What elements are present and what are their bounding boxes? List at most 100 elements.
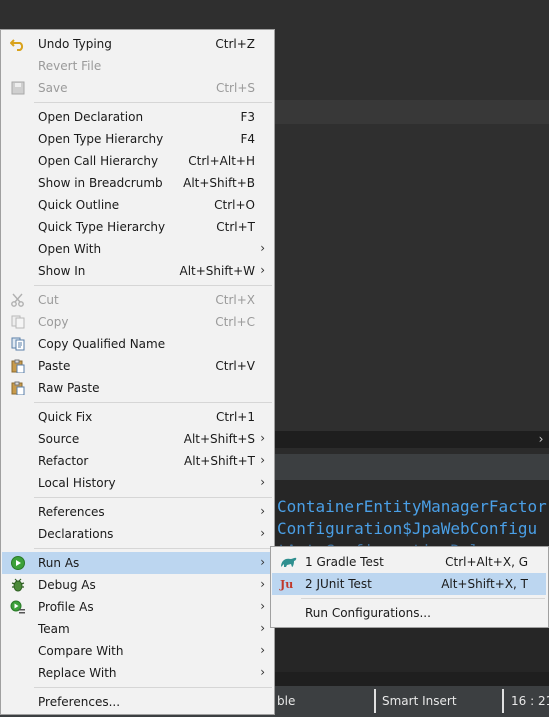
chevron-right-icon: › (260, 621, 265, 635)
menu-item-refactor[interactable]: Refactor Alt+Shift+T › (2, 450, 274, 472)
console-line: ContainerEntityManagerFactor (277, 497, 547, 516)
status-insert-mode[interactable]: Smart Insert (382, 694, 457, 708)
menu-item-quick-fix[interactable]: Quick Fix Ctrl+1 (2, 406, 274, 428)
menu-label: 2 JUnit Test (305, 577, 372, 591)
save-icon (10, 81, 26, 95)
menu-item-debug-as[interactable]: Debug As › (2, 574, 274, 596)
console-line: Configuration$JpaWebConfigu (277, 519, 538, 538)
chevron-right-icon: › (260, 504, 265, 518)
menu-item-quick-type-hierarchy[interactable]: Quick Type Hierarchy Ctrl+T (2, 216, 274, 238)
menu-separator (34, 102, 272, 103)
undo-icon (9, 37, 26, 51)
menu-item-profile-as[interactable]: Profile As › (2, 596, 274, 618)
menu-label: Team (38, 622, 70, 636)
menu-label: Raw Paste (38, 381, 100, 395)
menu-item-source[interactable]: Source Alt+Shift+S › (2, 428, 274, 450)
menu-label: Compare With (38, 644, 124, 658)
gradle-icon (280, 555, 297, 569)
menu-accelerator: Alt+Shift+W (179, 264, 256, 278)
menu-label: Local History (38, 476, 116, 490)
menu-accelerator: Ctrl+C (215, 315, 255, 329)
menu-item-show-in[interactable]: Show In Alt+Shift+W › (2, 260, 274, 282)
menu-item-raw-paste[interactable]: Raw Paste (2, 377, 274, 399)
submenu-item-gradle-test[interactable]: 1 Gradle Test Ctrl+Alt+X, G (272, 551, 546, 573)
status-cursor-position: 16 : 21 (511, 694, 549, 708)
menu-item-team[interactable]: Team › (2, 618, 274, 640)
menu-label: Revert File (38, 59, 102, 73)
menu-label: Run As (38, 556, 80, 570)
menu-item-save[interactable]: Save Ctrl+S (2, 77, 274, 99)
profile-icon (10, 600, 26, 614)
menu-item-undo-typing[interactable]: Undo Typing Ctrl+Z (2, 33, 274, 55)
menu-item-open-call-hierarchy[interactable]: Open Call Hierarchy Ctrl+Alt+H (2, 150, 274, 172)
menu-label: References (38, 505, 105, 519)
menu-label: Debug As (38, 578, 96, 592)
menu-item-compare-with[interactable]: Compare With › (2, 640, 274, 662)
menu-item-open-declaration[interactable]: Open Declaration F3 (2, 106, 274, 128)
menu-item-cut[interactable]: Cut Ctrl+X (2, 289, 274, 311)
menu-item-replace-with[interactable]: Replace With › (2, 662, 274, 684)
menu-label: Open Declaration (38, 110, 144, 124)
menu-label: Copy Qualified Name (38, 337, 166, 351)
menu-accelerator: Alt+Shift+X, T (441, 577, 528, 591)
context-menu: Undo Typing Ctrl+Z Revert File Save Ctrl… (0, 29, 275, 715)
menu-label: Quick Fix (38, 410, 93, 424)
chevron-right-icon: › (260, 555, 265, 569)
chevron-right-icon: › (260, 263, 265, 277)
chevron-right-icon: › (260, 431, 265, 445)
status-separator (374, 689, 376, 713)
menu-accelerator: Ctrl+Z (215, 37, 255, 51)
debug-icon (10, 578, 26, 592)
menu-item-run-as[interactable]: Run As › (2, 552, 274, 574)
menu-item-open-with[interactable]: Open With › (2, 238, 274, 260)
menu-label: Refactor (38, 454, 89, 468)
scroll-right-icon[interactable]: › (533, 431, 549, 448)
junit-icon: Ju (280, 578, 296, 592)
menu-label: Open Call Hierarchy (38, 154, 159, 168)
menu-accelerator: Ctrl+Alt+X, G (445, 555, 528, 569)
submenu-item-run-configurations[interactable]: Run Configurations... (272, 602, 546, 624)
menu-accelerator: Ctrl+1 (215, 410, 255, 424)
menu-item-open-type-hierarchy[interactable]: Open Type Hierarchy F4 (2, 128, 274, 150)
menu-item-revert-file[interactable]: Revert File (2, 55, 274, 77)
chevron-right-icon: › (260, 643, 265, 657)
cut-icon (10, 293, 26, 307)
copy-icon (10, 315, 26, 329)
menu-label: Source (38, 432, 80, 446)
menu-item-local-history[interactable]: Local History › (2, 472, 274, 494)
menu-item-copy-qualified-name[interactable]: Copy Qualified Name (2, 333, 274, 355)
menu-label: 1 Gradle Test (305, 555, 384, 569)
menu-accelerator: Ctrl+Alt+H (188, 154, 255, 168)
run-as-submenu: 1 Gradle Test Ctrl+Alt+X, G Ju 2 JUnit T… (270, 546, 549, 628)
menu-label: Preferences... (38, 695, 121, 709)
junit-icon-text: Ju (280, 578, 294, 591)
menu-accelerator: F3 (240, 110, 255, 124)
menu-separator (34, 548, 272, 549)
menu-accelerator: Ctrl+S (215, 81, 255, 95)
menu-item-quick-outline[interactable]: Quick Outline Ctrl+O (2, 194, 274, 216)
menu-accelerator: Alt+Shift+S (183, 432, 255, 446)
menu-label: Profile As (38, 600, 94, 614)
menu-item-paste[interactable]: Paste Ctrl+V (2, 355, 274, 377)
menu-item-preferences[interactable]: Preferences... (2, 691, 274, 713)
menu-label: Undo Typing (38, 37, 112, 51)
paste-icon (10, 359, 26, 374)
menu-item-declarations[interactable]: Declarations › (2, 523, 274, 545)
menu-label: Replace With (38, 666, 117, 680)
submenu-item-junit-test[interactable]: Ju 2 JUnit Test Alt+Shift+X, T (272, 573, 546, 595)
menu-label: Quick Outline (38, 198, 120, 212)
raw-paste-icon (10, 381, 26, 396)
status-separator (502, 689, 504, 713)
menu-separator (301, 598, 545, 599)
menu-accelerator: F4 (240, 132, 255, 146)
menu-item-references[interactable]: References › (2, 501, 274, 523)
menu-separator (34, 402, 272, 403)
menu-separator (34, 285, 272, 286)
menu-label: Show In (38, 264, 86, 278)
run-icon (10, 556, 26, 570)
menu-item-show-in-breadcrumb[interactable]: Show in Breadcrumb Alt+Shift+B (2, 172, 274, 194)
menu-label: Open Type Hierarchy (38, 132, 164, 146)
copy-qualified-icon (10, 337, 26, 351)
menu-item-copy[interactable]: Copy Ctrl+C (2, 311, 274, 333)
menu-separator (34, 687, 272, 688)
